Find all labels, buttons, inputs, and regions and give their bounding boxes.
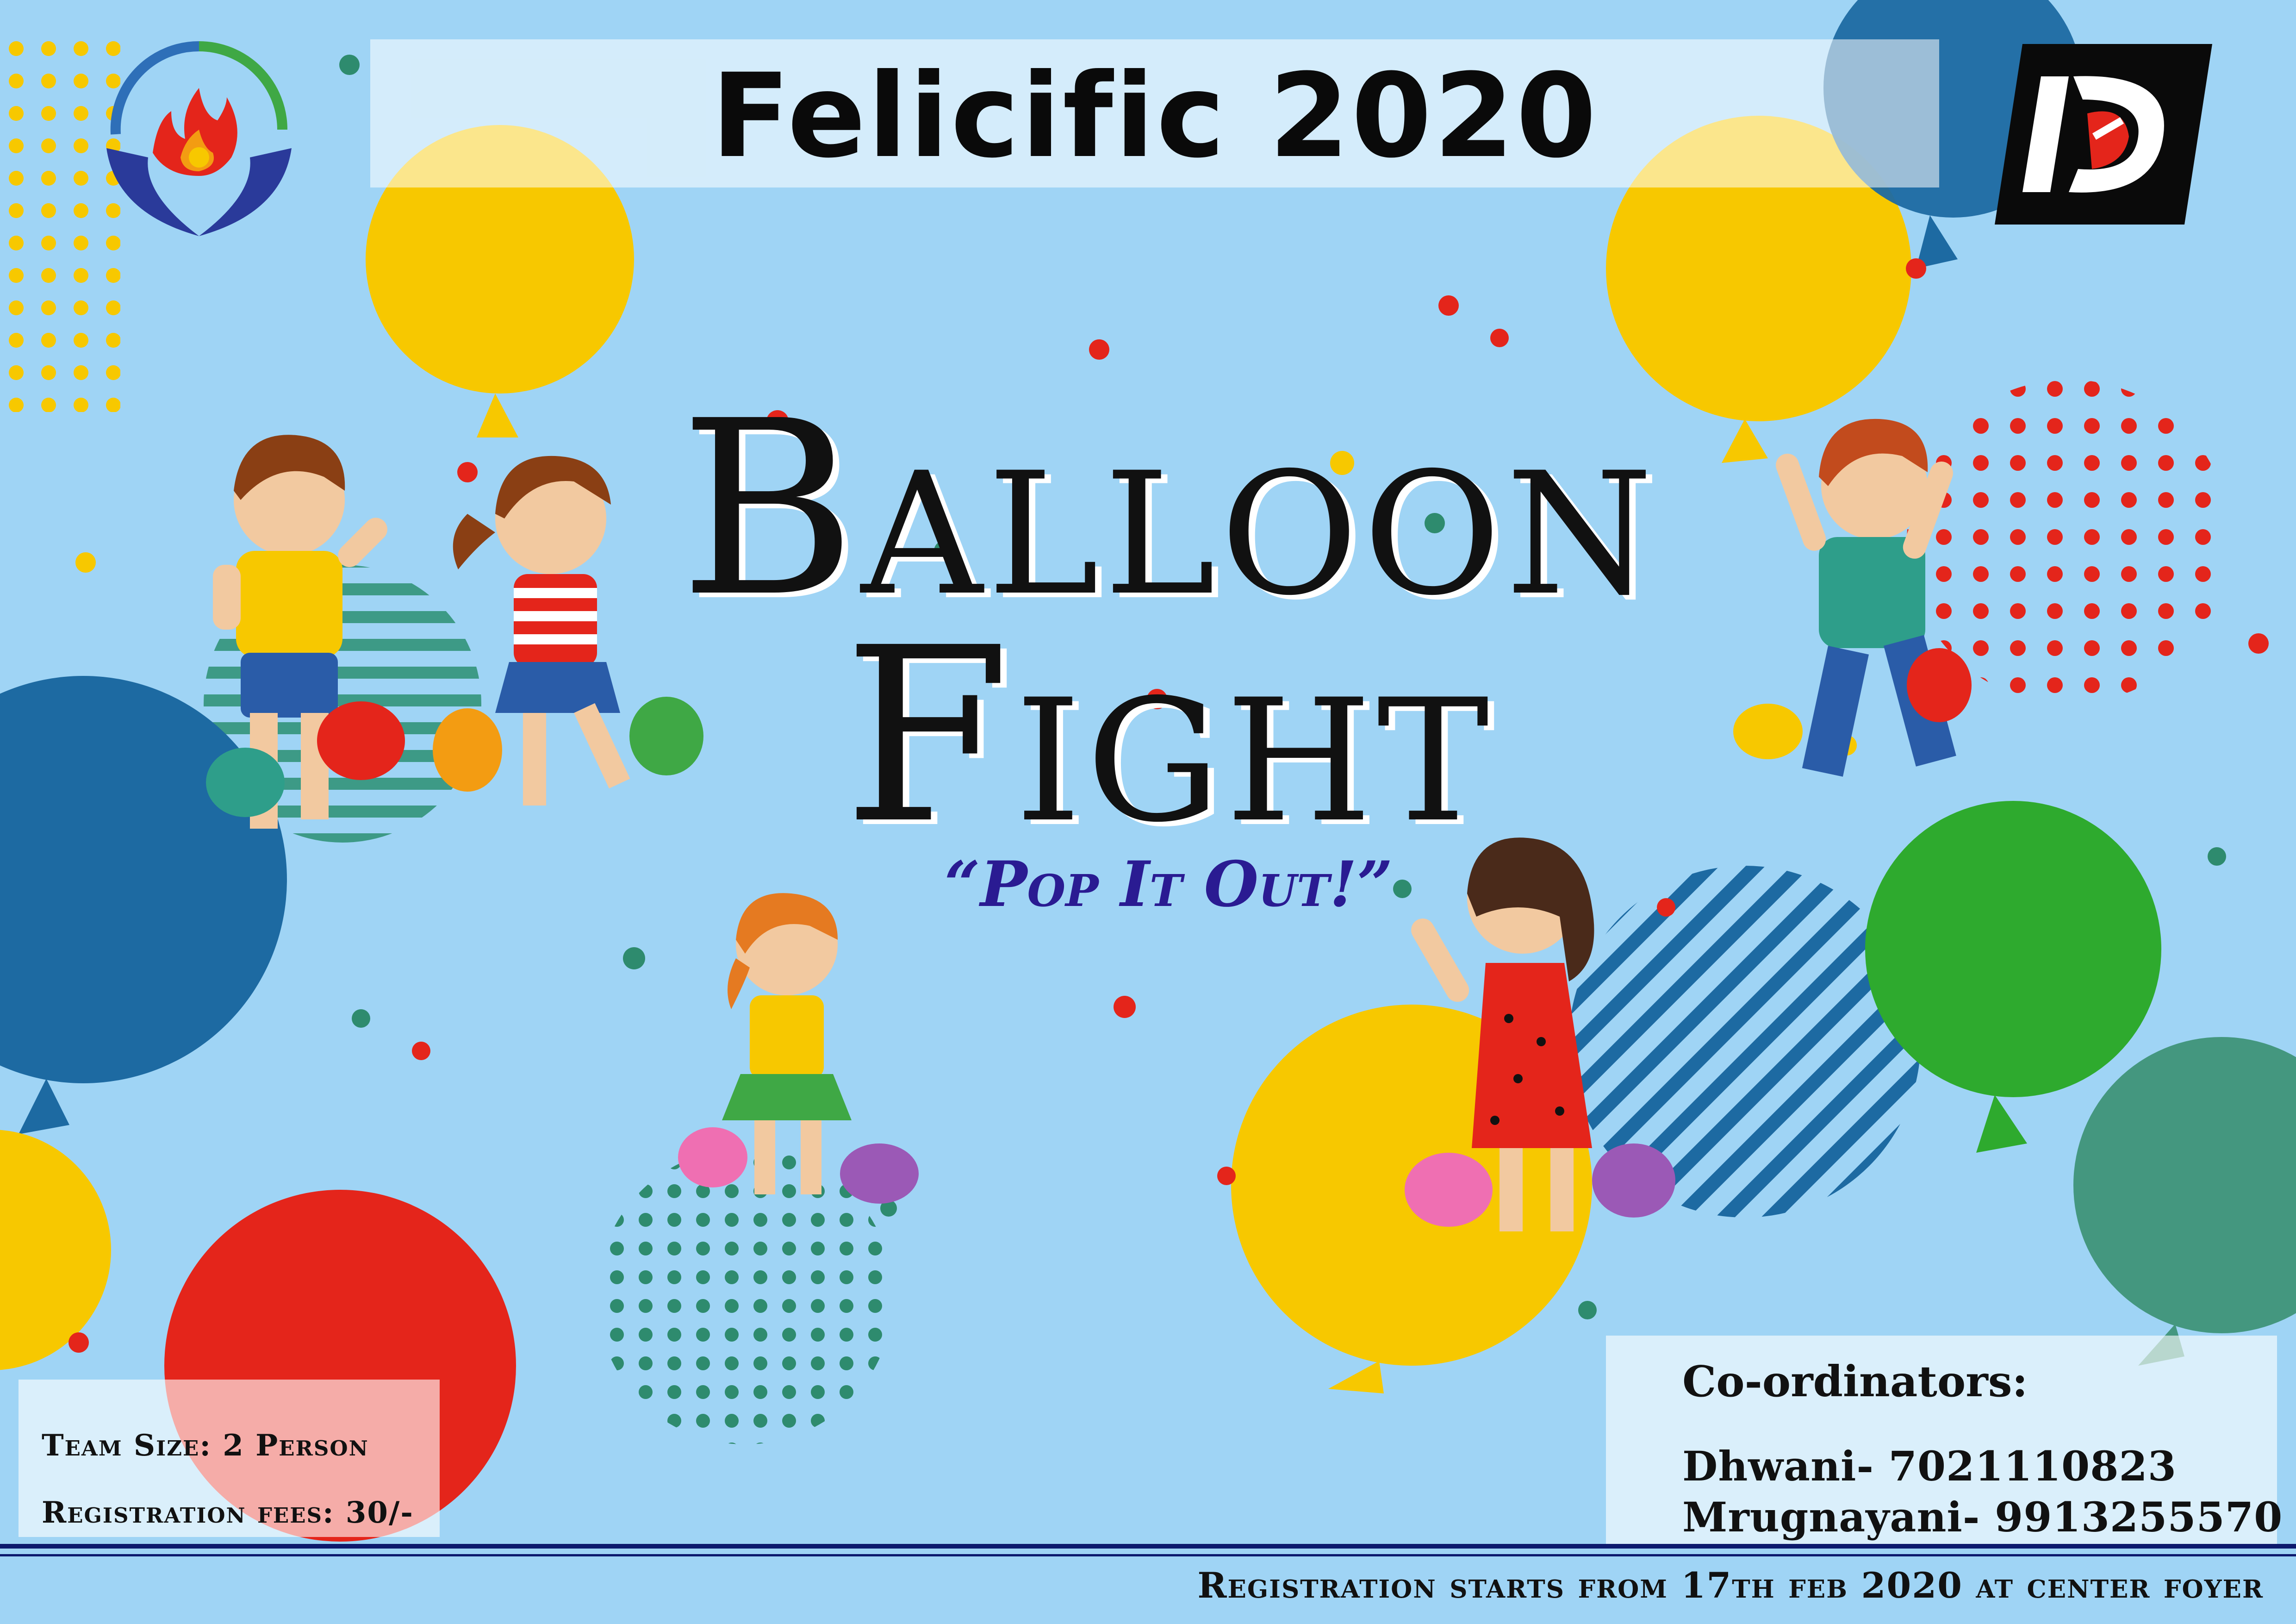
coordinators-heading: Co-ordinators: <box>1682 1356 2028 1406</box>
coordinator-contact: Mrugnayani- 9913255570 <box>1682 1493 2283 1541</box>
flame-hands-logo-icon <box>106 41 292 236</box>
coordinator-contact: Dhwani- 7021110823 <box>1682 1442 2177 1490</box>
team-size-text: Team Size: 2 Person <box>42 1428 369 1463</box>
footer-divider <box>0 1544 2296 1549</box>
event-title: Felicific 2020 <box>711 48 1599 183</box>
tagline: “Pop It Out!” <box>944 847 1393 921</box>
yellow-balloon <box>0 1130 111 1370</box>
poster: Felicific 2020 Balloon Fight “Pop It Out… <box>0 0 2296 1624</box>
teal-balloon <box>2073 1037 2296 1366</box>
footer-divider <box>0 1554 2296 1556</box>
d-monogram-logo-icon <box>1995 44 2212 225</box>
teal-dot-pattern <box>597 1148 893 1444</box>
registration-footer-text: Registration starts from 17th feb 2020 a… <box>1197 1565 2264 1606</box>
headline-line-2: Fight <box>843 596 1494 876</box>
registration-fees-text: Registration fees: 30/- <box>42 1495 414 1530</box>
kid-illustration <box>678 893 919 1204</box>
